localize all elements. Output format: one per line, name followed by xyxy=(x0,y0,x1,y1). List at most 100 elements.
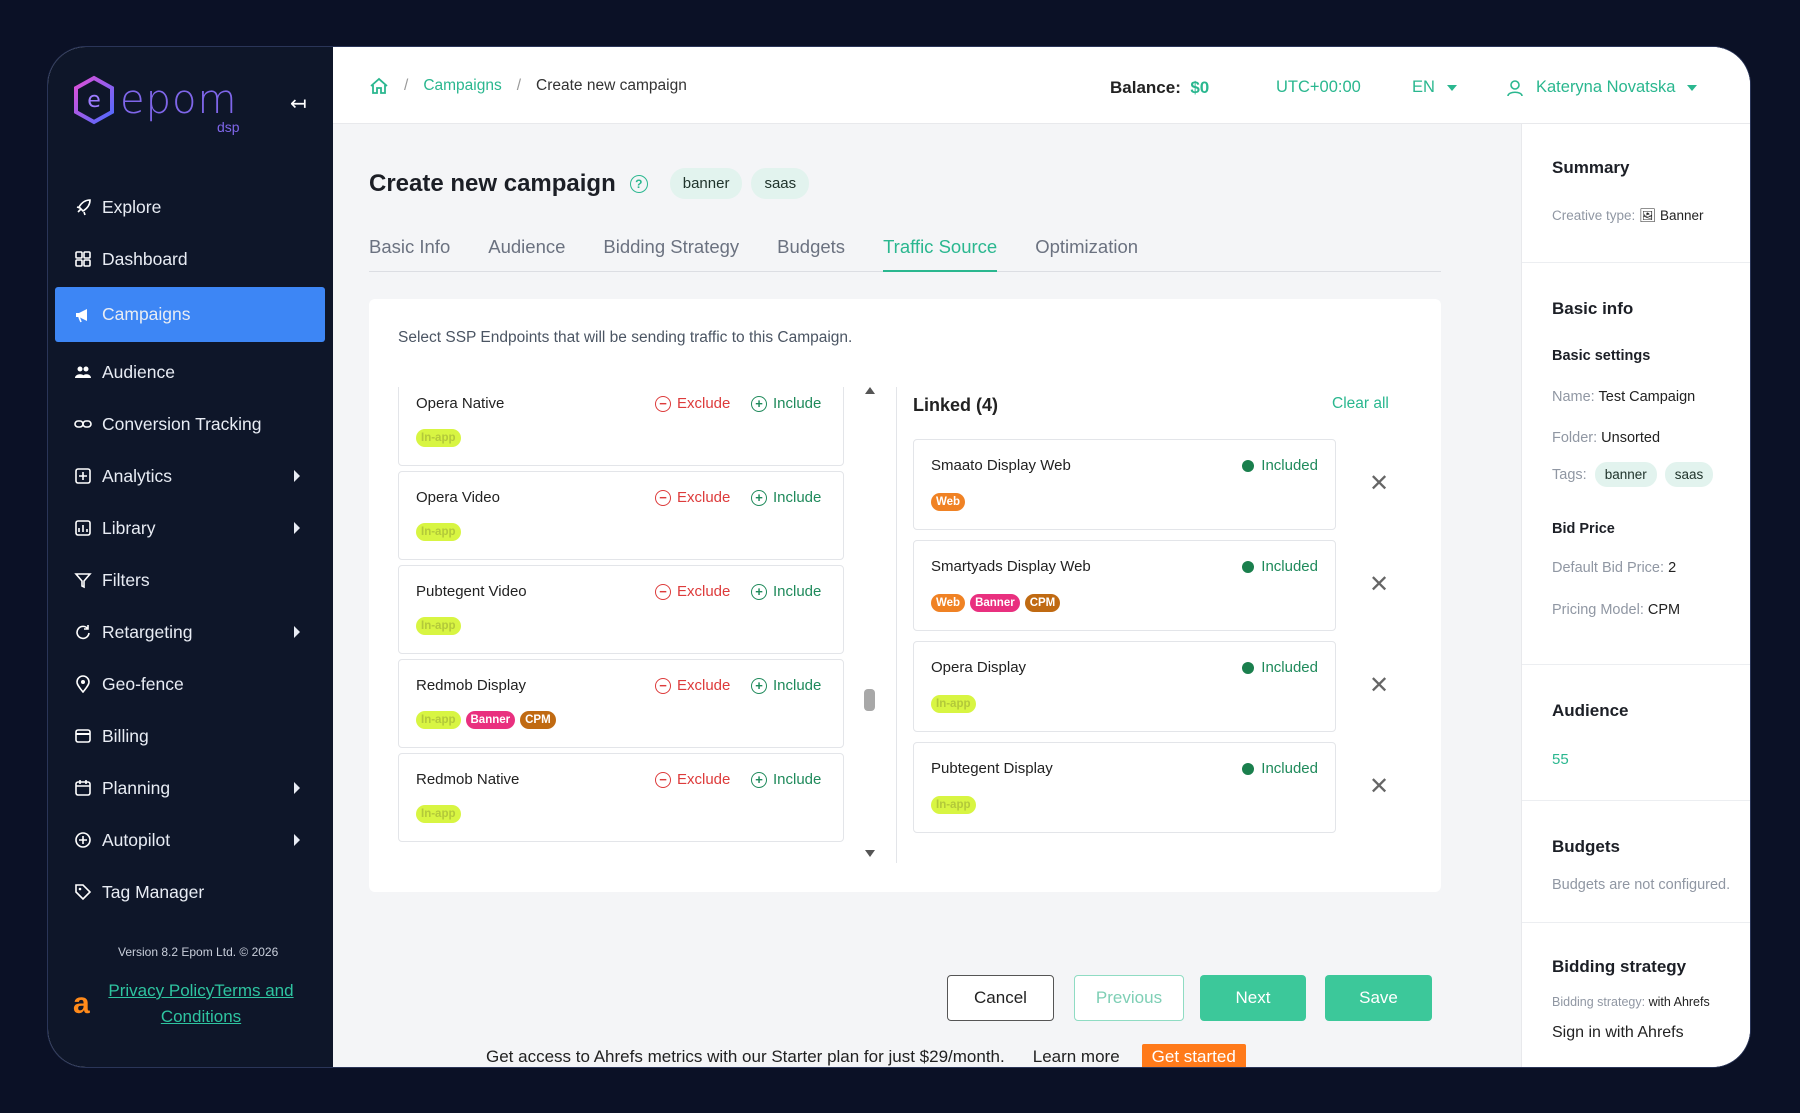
sidebar-item-campaigns[interactable]: Campaigns xyxy=(55,287,325,342)
sidebar-item-retargeting[interactable]: Retargeting xyxy=(55,606,325,658)
badge-inapp: In-app xyxy=(931,695,976,713)
summary-tag: banner xyxy=(1594,462,1657,487)
include-button[interactable]: + Include xyxy=(751,395,821,412)
linked-name: Smartyads Display Web xyxy=(931,558,1091,575)
timezone-selector[interactable]: UTC+00:00 xyxy=(1276,78,1361,97)
include-label: Include xyxy=(773,677,822,694)
include-button[interactable]: + Include xyxy=(751,677,821,694)
badge-banner: Banner xyxy=(970,594,1020,612)
included-status: Included xyxy=(1242,760,1318,777)
user-name: Kateryna Novatska xyxy=(1536,78,1676,96)
privacy-link[interactable]: Privacy PolicyTerms and Conditions xyxy=(101,978,301,1030)
sidebar-item-conversion-tracking[interactable]: Conversion Tracking xyxy=(55,398,325,450)
logo: e epom dsp xyxy=(72,75,240,135)
include-label: Include xyxy=(773,395,822,412)
chevron-down-icon xyxy=(1687,84,1698,91)
status-label: Included xyxy=(1261,760,1318,777)
exclude-button[interactable]: − Exclude xyxy=(655,771,730,788)
breadcrumb-campaigns[interactable]: Campaigns xyxy=(423,77,501,95)
scroll-down-icon[interactable] xyxy=(865,850,875,857)
include-button[interactable]: + Include xyxy=(751,583,821,600)
sidebar-item-analytics[interactable]: Analytics xyxy=(55,450,325,502)
language-selector[interactable]: EN xyxy=(1412,78,1457,97)
status-label: Included xyxy=(1261,558,1318,575)
learn-more-link[interactable]: Learn more xyxy=(1033,1047,1120,1067)
linked-card: Smartyads Display Web Included Web Banner CP… xyxy=(913,540,1336,631)
linked-name: Smaato Display Web xyxy=(931,457,1071,474)
chevron-right-icon xyxy=(294,782,300,794)
exclude-button[interactable]: − Exclude xyxy=(655,583,730,600)
home-icon[interactable] xyxy=(369,77,389,95)
bidding-section: Bidding strategy Bidding strategy: with … xyxy=(1522,923,1750,1067)
endpoint-badges: In-app xyxy=(416,523,466,541)
linked-card: Smaato Display Web Included Web xyxy=(913,439,1336,530)
remove-icon[interactable]: ✕ xyxy=(1369,671,1389,700)
sidebar-item-autopilot[interactable]: Autopilot xyxy=(55,814,325,866)
sidebar: e epom dsp ↤ Explore Dashboard Campaigns Au… xyxy=(48,47,333,1067)
summary-tag: saas xyxy=(1664,462,1714,487)
endpoint-name: Opera Video xyxy=(416,489,500,506)
sidebar-item-label: Retargeting xyxy=(102,621,193,642)
tags-label: Tags: xyxy=(1552,467,1587,483)
breadcrumb-current: Create new campaign xyxy=(536,77,687,94)
audience-value[interactable]: 55 xyxy=(1552,751,1569,768)
plus-circle-icon: + xyxy=(751,771,767,788)
tab-budgets[interactable]: Budgets xyxy=(777,230,845,272)
endpoint-card: Opera Native − Exclude + Include In-app xyxy=(398,387,844,466)
exclude-button[interactable]: − Exclude xyxy=(655,677,730,694)
save-button[interactable]: Save xyxy=(1325,975,1432,1021)
next-button[interactable]: Next xyxy=(1200,975,1306,1021)
sidebar-item-tag-manager[interactable]: Tag Manager xyxy=(55,866,325,918)
include-label: Include xyxy=(773,771,822,788)
minus-circle-icon: − xyxy=(655,583,671,600)
tab-basic-info[interactable]: Basic Info xyxy=(369,230,450,272)
remove-icon[interactable]: ✕ xyxy=(1369,772,1389,801)
available-endpoints-list[interactable]: Opera Native − Exclude + Include In-app Opera … xyxy=(398,387,844,861)
sidebar-item-dashboard[interactable]: Dashboard xyxy=(55,233,325,285)
tab-audience[interactable]: Audience xyxy=(488,230,565,272)
sidebar-item-planning[interactable]: Planning xyxy=(55,762,325,814)
scroll-thumb[interactable] xyxy=(864,689,875,711)
audience-section: Audience 55 xyxy=(1522,665,1750,801)
include-button[interactable]: + Include xyxy=(751,489,821,506)
endpoint-card: Opera Video − Exclude + Include In-app xyxy=(398,471,844,560)
include-button[interactable]: + Include xyxy=(751,771,821,788)
minus-circle-icon: − xyxy=(655,489,671,506)
scrollbar[interactable] xyxy=(864,387,876,857)
badge-inapp: In-app xyxy=(931,796,976,814)
chevron-right-icon xyxy=(294,626,300,638)
remove-icon[interactable]: ✕ xyxy=(1369,469,1389,498)
sidebar-item-explore[interactable]: Explore xyxy=(55,181,325,233)
exclude-button[interactable]: − Exclude xyxy=(655,395,730,412)
tags-row: Tags: banner saas xyxy=(1552,462,1714,487)
remove-icon[interactable]: ✕ xyxy=(1369,570,1389,599)
help-icon[interactable]: ? xyxy=(629,174,648,193)
sign-in-ahrefs[interactable]: Sign in with Ahrefs xyxy=(1552,1024,1684,1042)
exclude-label: Exclude xyxy=(677,395,731,412)
sidebar-item-billing[interactable]: Billing xyxy=(55,710,325,762)
cancel-button[interactable]: Cancel xyxy=(947,975,1054,1021)
tab-optimization[interactable]: Optimization xyxy=(1035,230,1138,272)
sidebar-item-geo-fence[interactable]: Geo-fence xyxy=(55,658,325,710)
previous-button[interactable]: Previous xyxy=(1074,975,1184,1021)
instruction-text: Select SSP Endpoints that will be sendin… xyxy=(398,329,853,346)
minus-circle-icon: − xyxy=(655,771,671,788)
megaphone-icon xyxy=(74,306,92,324)
bidding-label: Bidding strategy: xyxy=(1552,995,1646,1009)
get-started-button[interactable]: Get started xyxy=(1141,1044,1246,1067)
tab-traffic-source[interactable]: Traffic Source xyxy=(883,230,998,272)
top-bar: / Campaigns / Create new campaign Balanc… xyxy=(333,47,1750,124)
clear-all-button[interactable]: Clear all xyxy=(1332,395,1389,413)
exclude-label: Exclude xyxy=(677,489,731,506)
tab-bidding-strategy[interactable]: Bidding Strategy xyxy=(603,230,739,272)
user-menu[interactable]: Kateryna Novatska xyxy=(1506,78,1698,97)
sidebar-item-audience[interactable]: Audience xyxy=(55,346,325,398)
exclude-label: Exclude xyxy=(677,771,731,788)
creative-type: Creative type: 🖼 Banner xyxy=(1552,208,1704,224)
exclude-button[interactable]: − Exclude xyxy=(655,489,730,506)
sidebar-item-library[interactable]: Library xyxy=(55,502,325,554)
sidebar-item-filters[interactable]: Filters xyxy=(55,554,325,606)
collapse-sidebar-icon[interactable]: ↤ xyxy=(290,91,307,116)
scroll-up-icon[interactable] xyxy=(865,387,875,394)
sidebar-item-label: Explore xyxy=(102,196,162,217)
